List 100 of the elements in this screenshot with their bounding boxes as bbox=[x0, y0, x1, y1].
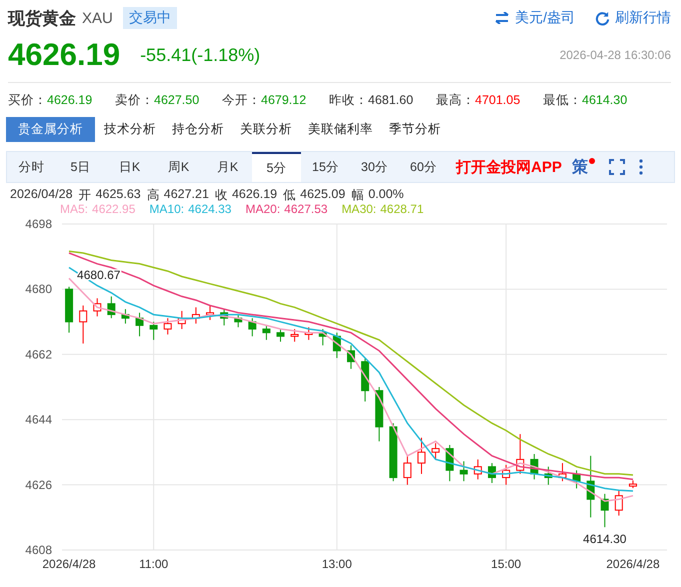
falling-candle bbox=[446, 444, 454, 482]
legend-name: MA30: bbox=[342, 203, 376, 216]
info-value: 4627.21 bbox=[164, 187, 209, 203]
period-tab[interactable]: 日K bbox=[105, 152, 154, 182]
falling-candle bbox=[389, 422, 398, 482]
axis-tick-label: 4626 bbox=[25, 478, 52, 492]
rising-candle bbox=[403, 455, 412, 486]
quote-label: 买价： bbox=[8, 92, 47, 106]
analysis-tab[interactable]: 技术分析 bbox=[97, 116, 163, 142]
legend-name: MA20: bbox=[245, 203, 280, 216]
rising-candle bbox=[558, 462, 566, 482]
period-tab[interactable]: 周K bbox=[154, 152, 203, 182]
falling-candle bbox=[347, 344, 355, 370]
legend-name: MA10: bbox=[149, 203, 184, 216]
period-tab[interactable]: 5分 bbox=[252, 152, 301, 182]
rising-candle bbox=[93, 298, 102, 317]
info-label: 收 bbox=[214, 187, 228, 203]
rising-candle bbox=[192, 306, 200, 324]
falling-candle bbox=[361, 358, 370, 402]
falling-candle bbox=[600, 493, 609, 528]
rising-candle bbox=[418, 437, 426, 474]
period-tab[interactable]: 月K bbox=[203, 152, 252, 182]
legend-value: 4622.95 bbox=[92, 203, 136, 216]
falling-candle bbox=[318, 328, 327, 346]
rising-candle bbox=[628, 480, 637, 489]
axis-tick-label: 4698 bbox=[25, 217, 52, 231]
analysis-tab[interactable]: 美联储利率 bbox=[301, 116, 380, 142]
falling-candle bbox=[136, 312, 144, 337]
axis-tick-label: 13:00 bbox=[322, 557, 352, 571]
falling-candle bbox=[488, 462, 496, 484]
rising-candle bbox=[178, 310, 186, 330]
rising-candle bbox=[474, 458, 482, 480]
app-download-link[interactable]: 打开金投网APP bbox=[456, 152, 562, 182]
swap-arrows-icon bbox=[494, 12, 510, 24]
falling-candle bbox=[121, 308, 130, 324]
fullscreen-icon[interactable] bbox=[608, 159, 625, 175]
status-badge: 交易中 bbox=[122, 7, 177, 29]
analysis-tab[interactable]: 季节分析 bbox=[382, 116, 448, 142]
period-tab[interactable]: 分时 bbox=[7, 152, 56, 182]
axis-tick-label: 15:00 bbox=[491, 557, 522, 571]
analysis-tab[interactable]: 贵金属分析 bbox=[6, 116, 95, 142]
falling-candle bbox=[276, 328, 284, 342]
strategy-button[interactable]: 策 bbox=[572, 152, 595, 182]
info-value: 4626.19 bbox=[232, 187, 278, 203]
quote-value: 4626.19 bbox=[47, 92, 92, 106]
more-icon[interactable] bbox=[638, 159, 643, 175]
quote-value: 4679.12 bbox=[261, 92, 306, 106]
falling-candle bbox=[107, 296, 116, 319]
notification-dot bbox=[588, 158, 595, 164]
period-tab[interactable]: 15分 bbox=[301, 152, 350, 182]
price-change: -55.41(-1.18%) bbox=[140, 44, 260, 66]
info-value: 4625.63 bbox=[96, 187, 141, 203]
period-tab[interactable]: 60分 bbox=[399, 152, 448, 182]
falling-candle bbox=[262, 324, 270, 340]
period-tab[interactable]: 5日 bbox=[56, 152, 105, 182]
info-label: 开 bbox=[78, 187, 92, 203]
rising-candle bbox=[206, 305, 214, 320]
legend-name: MA5: bbox=[60, 203, 88, 216]
info-label: 低 bbox=[283, 187, 296, 203]
falling-candle bbox=[150, 321, 158, 340]
legend-value: 4624.33 bbox=[188, 203, 232, 216]
falling-candle bbox=[234, 314, 242, 328]
falling-candle bbox=[572, 470, 581, 489]
current-price: 4626.19 bbox=[8, 37, 120, 73]
quote-label: 最高： bbox=[436, 92, 475, 106]
analysis-tab[interactable]: 关联分析 bbox=[233, 116, 299, 142]
quote-label: 卖价： bbox=[115, 92, 154, 106]
falling-candle bbox=[375, 386, 384, 442]
quote-value: 4681.60 bbox=[368, 92, 414, 106]
analysis-tab[interactable]: 持仓分析 bbox=[165, 116, 231, 142]
axis-tick-label: 4680 bbox=[25, 282, 52, 296]
axis-tick-label: 2026/4/28 bbox=[42, 557, 96, 571]
axis-tick-label: 4644 bbox=[25, 412, 52, 427]
info-value: 0.00% bbox=[368, 187, 404, 203]
rising-candle bbox=[304, 326, 313, 340]
info-label: 幅 bbox=[351, 187, 364, 203]
refresh-icon bbox=[595, 10, 610, 26]
falling-candle bbox=[220, 308, 228, 326]
rising-candle bbox=[502, 464, 510, 486]
info-label: 2026/04/28 bbox=[10, 187, 73, 203]
falling-candle bbox=[460, 460, 468, 482]
falling-candle bbox=[586, 455, 595, 518]
axis-tick-label: 4662 bbox=[25, 347, 52, 362]
falling-candle bbox=[332, 332, 341, 359]
quote-value: 4701.05 bbox=[475, 92, 520, 106]
instrument-title: 现货黄金 bbox=[8, 8, 76, 30]
axis-tick-label: 4608 bbox=[25, 543, 52, 557]
quote-label: 最低： bbox=[543, 92, 582, 106]
falling-candle bbox=[248, 318, 256, 337]
refresh-link[interactable]: 刷新行情 bbox=[595, 9, 671, 27]
period-tab[interactable]: 30分 bbox=[350, 152, 399, 182]
falling-candle bbox=[65, 286, 74, 334]
falling-candle bbox=[530, 454, 538, 480]
quote-value: 4614.30 bbox=[582, 92, 628, 106]
quote-label: 昨收： bbox=[329, 92, 368, 106]
quote-value: 4627.50 bbox=[154, 92, 200, 106]
legend-value: 4628.71 bbox=[380, 203, 424, 216]
unit-link[interactable]: 美元/盎司 bbox=[494, 9, 575, 27]
rising-candle bbox=[432, 442, 440, 460]
rising-candle bbox=[614, 490, 623, 516]
